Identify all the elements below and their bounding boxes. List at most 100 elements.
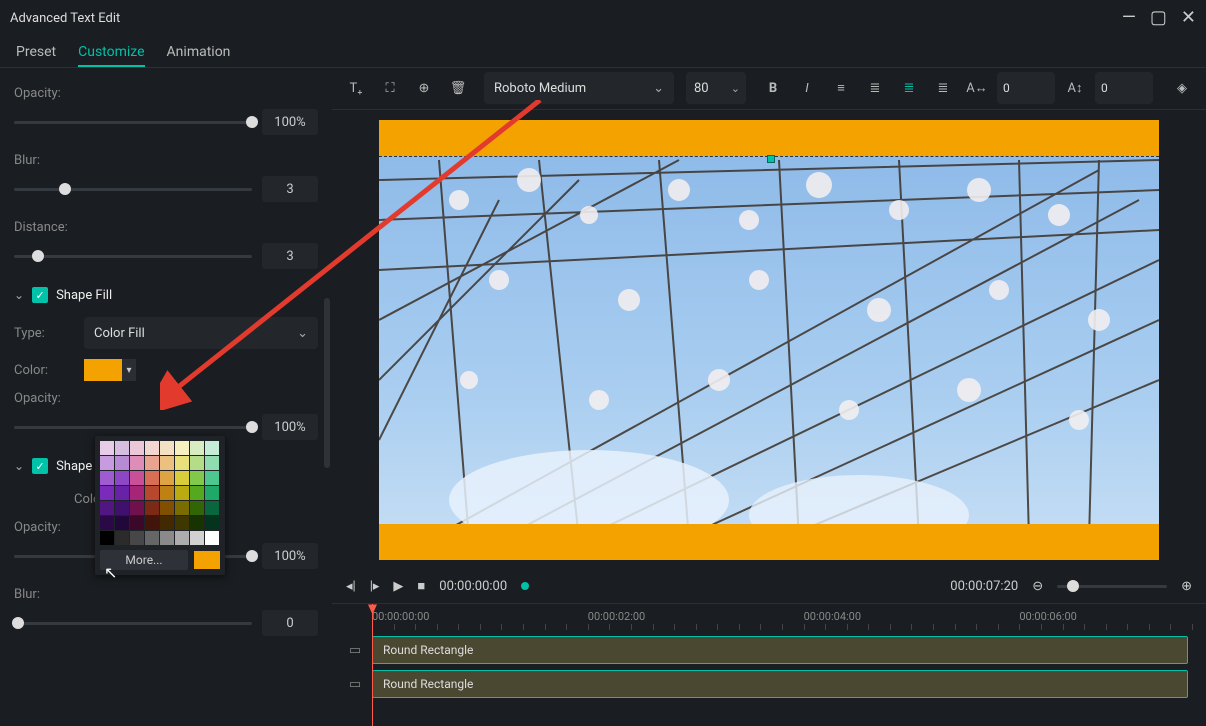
palette-color-cell[interactable] [100,501,114,515]
palette-color-cell[interactable] [190,486,204,500]
shape-border-checkbox[interactable]: ✓ [32,458,48,474]
border-opacity-value[interactable]: 100% [262,543,318,569]
palette-color-cell[interactable] [130,456,144,470]
palette-color-cell[interactable] [145,531,159,545]
font-size-select[interactable]: 80 ⌄ [686,72,746,104]
palette-color-cell[interactable] [115,456,129,470]
zoom-out-icon[interactable]: ⊖ [1032,579,1043,594]
play-icon[interactable]: ▶ [393,579,403,594]
palette-color-cell[interactable] [145,456,159,470]
stop-icon[interactable]: ■ [417,578,425,594]
palette-color-cell[interactable] [100,486,114,500]
palette-color-cell[interactable] [145,501,159,515]
palette-color-cell[interactable] [160,486,174,500]
crop-icon[interactable]: ⛶ [376,74,404,102]
minimize-icon[interactable]: — [1122,9,1136,27]
tab-animation[interactable]: Animation [167,36,231,67]
step-forward-icon[interactable]: |▸ [370,579,380,594]
palette-color-cell[interactable] [205,516,219,530]
track-type-icon[interactable]: ▭ [344,673,366,695]
palette-color-cell[interactable] [190,471,204,485]
playhead[interactable] [372,604,373,726]
trash-icon[interactable]: 🗑 [444,74,472,102]
italic-icon[interactable]: I [793,74,821,102]
align-right-icon[interactable]: ≣ [895,74,923,102]
palette-color-cell[interactable] [145,441,159,455]
palette-color-cell[interactable] [175,531,189,545]
border-blur-slider[interactable] [14,622,252,625]
line-spacing-icon[interactable]: A↕ [1061,74,1089,102]
align-justify-icon[interactable]: ≣ [929,74,957,102]
palette-color-cell[interactable] [205,456,219,470]
tab-customize[interactable]: Customize [78,36,144,67]
palette-color-cell[interactable] [130,486,144,500]
palette-color-cell[interactable] [190,516,204,530]
palette-color-cell[interactable] [160,456,174,470]
palette-color-cell[interactable] [145,516,159,530]
palette-color-cell[interactable] [115,441,129,455]
palette-color-cell[interactable] [205,486,219,500]
palette-color-cell[interactable] [130,501,144,515]
border-blur-value[interactable]: 0 [262,610,318,636]
palette-color-cell[interactable] [100,441,114,455]
palette-color-cell[interactable] [100,471,114,485]
palette-color-cell[interactable] [115,516,129,530]
palette-color-cell[interactable] [115,471,129,485]
palette-color-cell[interactable] [130,441,144,455]
track-type-icon[interactable]: ▭ [344,639,366,661]
palette-color-cell[interactable] [160,531,174,545]
palette-color-cell[interactable] [115,531,129,545]
palette-color-cell[interactable] [145,471,159,485]
palette-color-cell[interactable] [115,486,129,500]
palette-color-cell[interactable] [205,501,219,515]
settings-icon[interactable]: ◈ [1168,74,1196,102]
palette-color-cell[interactable] [205,441,219,455]
palette-more-button[interactable]: More... [100,550,188,570]
timeline-clip[interactable]: Round Rectangle [372,636,1188,664]
align-left-icon[interactable]: ≡ [827,74,855,102]
palette-color-cell[interactable] [175,441,189,455]
palette-color-cell[interactable] [160,441,174,455]
shape-fill-checkbox[interactable]: ✓ [32,287,48,303]
bold-icon[interactable]: B [759,74,787,102]
palette-color-cell[interactable] [175,501,189,515]
zoom-in-icon[interactable]: ⊕ [1181,579,1192,594]
palette-color-cell[interactable] [145,486,159,500]
palette-color-cell[interactable] [160,471,174,485]
zoom-slider[interactable] [1057,585,1167,588]
fill-opacity-slider[interactable] [14,426,252,429]
palette-color-cell[interactable] [115,501,129,515]
fill-color-swatch[interactable]: ▾ [84,359,136,381]
palette-color-cell[interactable] [190,441,204,455]
palette-color-cell[interactable] [175,456,189,470]
palette-color-cell[interactable] [175,516,189,530]
tab-preset[interactable]: Preset [16,36,56,67]
palette-color-cell[interactable] [175,471,189,485]
preset-add-icon[interactable]: ⊕ [410,74,438,102]
palette-color-cell[interactable] [130,516,144,530]
text-box-bottom[interactable] [379,524,1159,560]
palette-color-cell[interactable] [205,531,219,545]
palette-color-cell[interactable] [100,516,114,530]
palette-color-cell[interactable] [205,471,219,485]
palette-color-cell[interactable] [130,531,144,545]
char-spacing-input[interactable]: 0 [997,72,1055,104]
palette-color-cell[interactable] [160,516,174,530]
fill-opacity-value[interactable]: 100% [262,414,318,440]
timeline-ruler[interactable]: 00:00:00:0000:00:02:0000:00:04:0000:00:0… [372,604,1206,632]
palette-color-cell[interactable] [100,531,114,545]
step-back-icon[interactable]: ◂| [346,579,356,594]
palette-color-cell[interactable] [100,456,114,470]
palette-color-cell[interactable] [160,501,174,515]
align-center-icon[interactable]: ≣ [861,74,889,102]
close-icon[interactable]: ✕ [1181,9,1196,27]
add-text-icon[interactable]: T₊ [342,74,370,102]
palette-color-cell[interactable] [130,471,144,485]
palette-color-cell[interactable] [190,456,204,470]
palette-color-cell[interactable] [190,501,204,515]
maximize-icon[interactable]: ▢ [1150,9,1167,27]
palette-color-cell[interactable] [175,486,189,500]
timeline-clip[interactable]: Round Rectangle [372,670,1188,698]
palette-color-cell[interactable] [190,531,204,545]
line-spacing-input[interactable]: 0 [1095,72,1153,104]
